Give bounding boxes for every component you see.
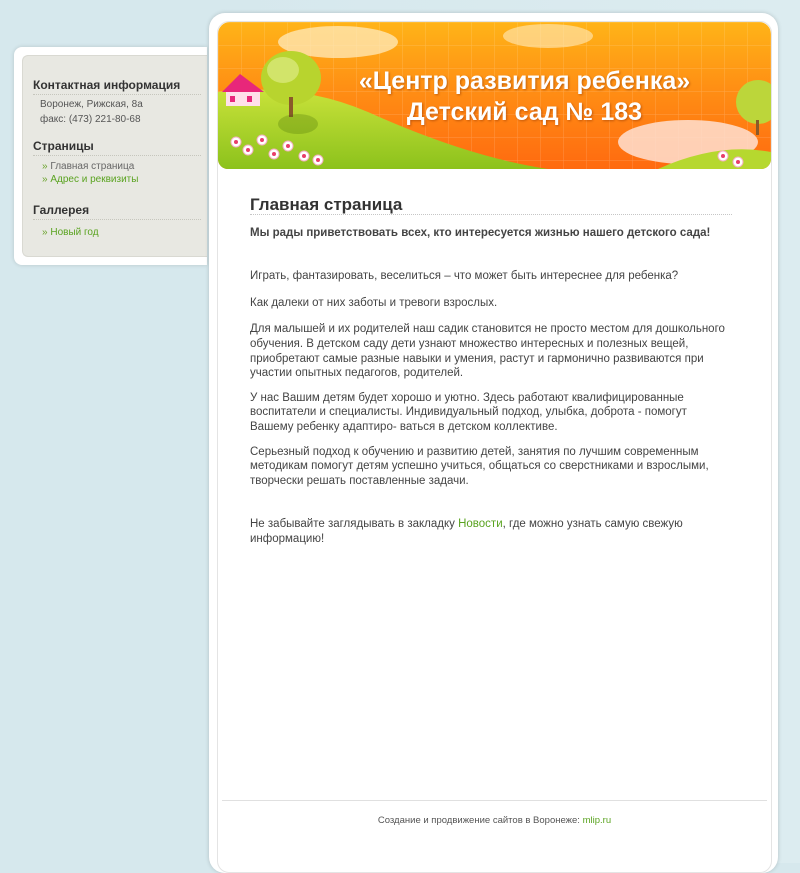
paragraph-1: Играть, фантазировать, веселиться – что … <box>250 270 679 283</box>
sidebar-item-address[interactable]: » Адрес и реквизиты <box>42 173 201 186</box>
contact-title: Контактная информация <box>33 78 201 95</box>
footer: Создание и продвижение сайтов в Воронеже… <box>218 815 771 826</box>
pages-section: Страницы » Главная страница » Адрес и ре… <box>33 139 201 186</box>
news-link[interactable]: Новости <box>458 518 503 530</box>
bullet-icon: » <box>42 161 48 172</box>
site-title: «Центр развития ребенка» Детский сад № 1… <box>278 66 771 128</box>
site-title-line2: Детский сад № 183 <box>406 98 643 126</box>
closing-text-before: Не забывайте заглядывать в закладку <box>250 518 459 531</box>
footer-divider <box>222 800 767 801</box>
paragraph-3: Для малышей и их родителей наш садик ста… <box>250 323 725 380</box>
sidebar-item-home-link[interactable]: Главная страница <box>50 161 134 172</box>
sidebar-panel: Контактная информация Воронеж, Рижская, … <box>22 55 207 257</box>
paragraph-5: Серьезный подход к обучению и развитию д… <box>250 445 709 487</box>
footer-text: Создание и продвижение сайтов в Воронеже… <box>377 815 583 826</box>
main-panel: «Центр развития ребенка» Детский сад № 1… <box>217 21 772 873</box>
contact-fax: факс: (473) 221-80-68 <box>40 114 141 125</box>
contact-section: Контактная информация Воронеж, Рижская, … <box>33 78 201 127</box>
main-content: Главная страница Мы рады приветствовать … <box>250 196 732 547</box>
sidebar-item-home[interactable]: » Главная страница <box>42 160 201 173</box>
gallery-title: Галлерея <box>33 203 201 220</box>
closing-paragraph: Не забывайте заглядывать в закладку Ново… <box>250 517 732 546</box>
sidebar: Контактная информация Воронеж, Рижская, … <box>14 47 207 265</box>
bullet-icon: » <box>42 227 48 238</box>
site-title-line1: «Центр развития ребенка» <box>358 67 691 95</box>
bullet-icon: » <box>42 174 48 185</box>
main-container: «Центр развития ребенка» Детский сад № 1… <box>209 13 778 873</box>
page-title: Главная страница <box>250 196 732 215</box>
sidebar-item-new-year-link[interactable]: Новый год <box>50 227 98 238</box>
paragraph-4: У нас Вашим детям будет хорошо и уютно. … <box>250 391 687 433</box>
lead-paragraph: Мы рады приветствовать всех, кто интерес… <box>250 226 711 239</box>
sidebar-item-address-link[interactable]: Адрес и реквизиты <box>50 174 138 185</box>
paragraph-2: Как далеки от них заботы и тревоги взрос… <box>250 296 498 309</box>
contact-address: Воронеж, Рижская, 8а <box>40 99 143 110</box>
sidebar-item-new-year[interactable]: » Новый год <box>42 226 201 239</box>
footer-link[interactable]: mlip.ru <box>583 815 612 826</box>
pages-title: Страницы <box>33 139 201 156</box>
header-banner: «Центр развития ребенка» Детский сад № 1… <box>218 22 771 169</box>
gallery-section: Галлерея » Новый год <box>33 203 201 239</box>
